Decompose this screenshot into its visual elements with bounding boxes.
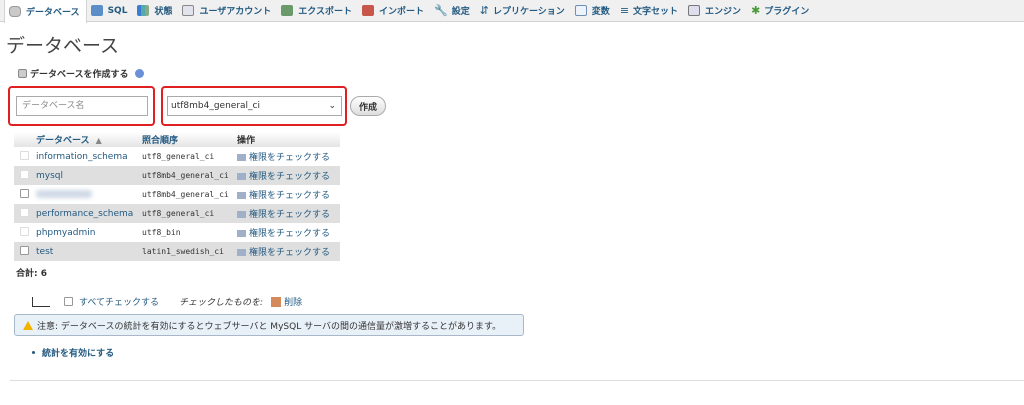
privileges-icon (237, 192, 246, 199)
collation-value: utf8mb4_general_ci (142, 166, 237, 185)
notice-text: 注意: データベースの統計を有効にするとウェブサーバと MySQL サーバの間の… (37, 321, 502, 332)
sql-icon (90, 5, 103, 16)
tab-export[interactable]: エクスポート (277, 0, 358, 22)
bullet (32, 351, 35, 354)
row-checkbox (20, 207, 29, 217)
check-privileges-link[interactable]: 権限をチェックする (237, 223, 340, 242)
tab-databases[interactable]: データベース (4, 0, 87, 23)
redacted-name (36, 190, 92, 198)
help-icon[interactable] (134, 69, 144, 78)
row-checkbox[interactable] (20, 245, 29, 255)
tab-status[interactable]: 状態 (133, 0, 178, 22)
chevron-down-icon: ⌄ (328, 101, 336, 111)
check-privileges-link[interactable]: 権限をチェックする (237, 185, 340, 204)
table-row: test latin1_swedish_ci 権限をチェックする (14, 242, 340, 261)
tab-charsets[interactable]: ≡ 文字セット (616, 0, 684, 22)
privileges-icon (237, 173, 246, 180)
collation-value: utf8_general_ci (142, 147, 237, 166)
table-row: utf8mb4_general_ci 権限をチェックする (14, 185, 340, 204)
tab-variables[interactable]: 変数 (571, 0, 616, 22)
row-checkbox (20, 226, 29, 236)
warning-icon (23, 320, 33, 330)
database-link[interactable]: test (36, 242, 142, 261)
check-all-checkbox[interactable] (64, 297, 73, 306)
bulk-actions: すべてチェックする チェックしたものを: 削除 (32, 295, 302, 308)
collation-value: utf8_bin (142, 223, 237, 242)
database-link[interactable]: performance_schema (36, 204, 142, 223)
divider (10, 380, 1024, 381)
tab-import[interactable]: インポート (358, 0, 430, 22)
tab-user-accounts[interactable]: ユーザアカウント (178, 0, 277, 22)
database-link[interactable]: phpmyadmin (36, 223, 142, 242)
top-tab-bar: データベース SQL 状態 ユーザアカウント エクスポート インポート 🔧 設定 … (0, 0, 1024, 23)
databases-table: データベース ▲ 照合順序 操作 information_schema utf8_… (14, 132, 340, 261)
total-count: 合計: 6 (16, 269, 47, 279)
collation-value: latin1_swedish_ci (142, 242, 237, 261)
row-checkbox[interactable] (20, 188, 29, 198)
check-privileges-link[interactable]: 権限をチェックする (237, 242, 340, 261)
delete-button[interactable]: 削除 (284, 295, 302, 308)
plugin-icon: ✱ (751, 4, 761, 17)
database-link[interactable]: mysql (36, 166, 142, 185)
tab-settings[interactable]: 🔧 設定 (430, 0, 476, 22)
status-icon (137, 5, 150, 16)
arrow-up-icon (32, 296, 50, 307)
delete-icon (271, 296, 282, 307)
database-link[interactable] (36, 185, 142, 204)
tab-sql[interactable]: SQL (87, 0, 134, 22)
table-row: performance_schema utf8_general_ci 権限をチェ… (14, 204, 340, 223)
check-privileges-link[interactable]: 権限をチェックする (237, 147, 340, 166)
tab-plugins[interactable]: ✱ プラグイン (747, 0, 815, 22)
import-icon (362, 5, 375, 16)
database-icon (9, 5, 21, 17)
variables-icon (574, 5, 587, 16)
enable-statistics-link[interactable]: 統計を有効にする (32, 346, 114, 359)
create-button[interactable]: 作成 (350, 96, 386, 116)
privileges-icon (237, 154, 246, 162)
database-link[interactable]: information_schema (36, 147, 142, 166)
replication-icon: ⇵ (479, 4, 489, 17)
create-database-heading: データベースを作成する (18, 67, 144, 80)
row-checkbox (20, 169, 29, 179)
header-action: 操作 (237, 132, 340, 148)
table-row: mysql utf8mb4_general_ci 権限をチェックする (14, 166, 340, 185)
header-collation[interactable]: 照合順序 (142, 132, 237, 148)
collation-value: utf8_general_ci (142, 204, 237, 223)
engine-icon (688, 5, 701, 16)
table-row: information_schema utf8_general_ci 権限をチェ… (14, 147, 340, 166)
check-all-label[interactable]: すべてチェックする (79, 295, 159, 308)
page-title: データベース (6, 35, 120, 57)
table-row: phpmyadmin utf8_bin 権限をチェックする (14, 223, 340, 242)
with-selected-label: チェックしたものを: (179, 298, 264, 308)
sort-asc-icon: ▲ (95, 135, 102, 145)
charset-icon: ≡ (619, 4, 630, 17)
privileges-icon (237, 249, 246, 256)
collation-value: utf8mb4_general_ci (142, 185, 237, 204)
new-database-icon (18, 69, 27, 78)
row-checkbox (20, 150, 29, 160)
wrench-icon: 🔧 (434, 4, 448, 17)
check-privileges-link[interactable]: 権限をチェックする (237, 166, 340, 185)
tab-engines[interactable]: エンジン (684, 0, 747, 22)
users-icon (182, 5, 195, 16)
export-icon (281, 5, 294, 16)
notice-box: 注意: データベースの統計を有効にするとウェブサーバと MySQL サーバの間の… (14, 314, 524, 336)
privileges-icon (237, 230, 246, 237)
tab-replication[interactable]: ⇵ レプリケーション (476, 0, 571, 22)
privileges-icon (237, 211, 246, 218)
database-name-input[interactable] (16, 96, 148, 116)
header-database[interactable]: データベース ▲ (36, 132, 142, 148)
collation-select[interactable]: utf8mb4_general_ci ⌄ (167, 96, 342, 116)
check-privileges-link[interactable]: 権限をチェックする (237, 204, 340, 223)
